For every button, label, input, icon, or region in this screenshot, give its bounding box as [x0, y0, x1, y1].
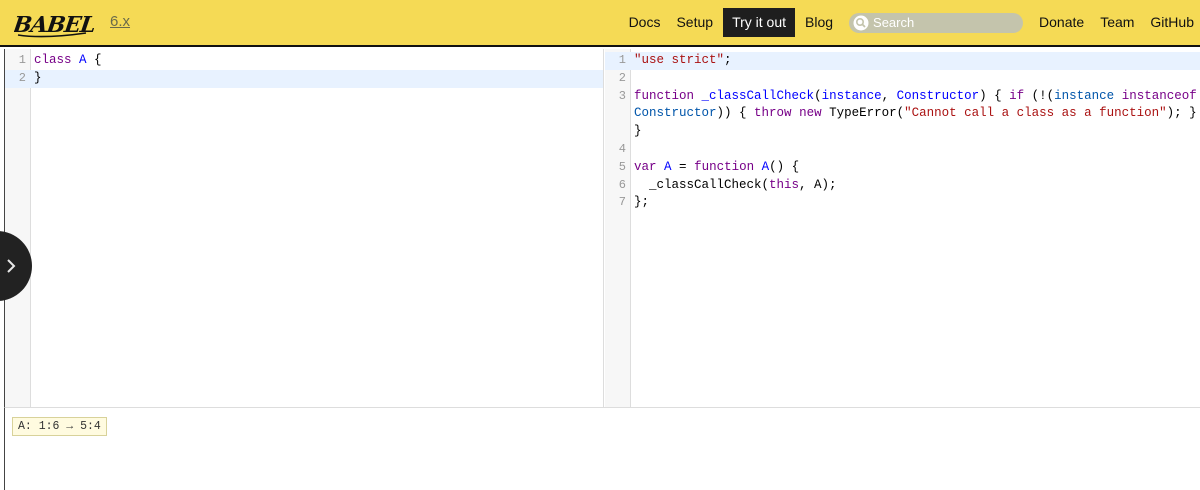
- code-token: ;: [724, 53, 732, 67]
- code-text: "use strict";: [634, 52, 1197, 70]
- code-token: A: [664, 159, 672, 174]
- nav-setup[interactable]: Setup: [668, 8, 721, 37]
- code-text: };: [634, 194, 1197, 212]
- line-number: 2: [18, 70, 26, 85]
- source-map-label[interactable]: A: 1:6 → 5:4: [12, 417, 107, 436]
- line-number: 5: [618, 159, 626, 174]
- code-token: _classCallCheck: [701, 88, 815, 103]
- code-token: instance: [1054, 88, 1115, 103]
- output-code-lines[interactable]: 1 "use strict"; 2 3 function _classCallCheck…: [605, 52, 1200, 212]
- input-code-line[interactable]: 1 class A {: [5, 52, 603, 70]
- nav-blog[interactable]: Blog: [797, 8, 841, 37]
- code-token: () {: [769, 159, 800, 174]
- code-token: "use strict": [634, 53, 725, 67]
- code-token: if: [1009, 88, 1025, 103]
- babel-logo[interactable]: BABEL: [14, 6, 94, 40]
- code-token: new: [799, 106, 822, 121]
- version-link[interactable]: 6.x: [110, 13, 130, 30]
- output-code-line[interactable]: 4: [605, 141, 1200, 159]
- line-number: 1: [18, 53, 26, 67]
- line-number: 6: [618, 177, 626, 192]
- code-token: ); }: [1166, 106, 1197, 121]
- code-token: }: [634, 124, 642, 139]
- nav-docs[interactable]: Docs: [621, 8, 669, 37]
- editors: 1 class A {2} 1 "use strict"; 2 3 function _c…: [4, 49, 1200, 407]
- line-number: 3: [618, 88, 626, 103]
- code-token: this: [769, 177, 800, 192]
- search-input[interactable]: [873, 15, 1014, 30]
- code-token: _classCallCheck(: [634, 177, 770, 192]
- code-token: (: [814, 88, 822, 103]
- code-token: class: [34, 53, 72, 67]
- code-token: instance: [821, 88, 882, 103]
- code-token: throw: [754, 106, 792, 121]
- line-number: 2: [618, 70, 626, 85]
- code-token: instanceof: [1121, 88, 1197, 103]
- code-token: };: [634, 195, 650, 210]
- output-code-line[interactable]: 5 var A = function A() {: [605, 159, 1200, 177]
- output-code-line[interactable]: 1 "use strict";: [605, 52, 1200, 70]
- main-nav: Docs Setup Try it out Blog Donate Team G…: [621, 0, 1200, 45]
- output-code-line[interactable]: 2: [605, 70, 1200, 88]
- code-token: =: [671, 159, 695, 174]
- code-token: , A);: [799, 177, 837, 192]
- code-token: A: [79, 53, 87, 67]
- search-box[interactable]: [849, 12, 1024, 33]
- line-number: 7: [618, 195, 626, 210]
- line-number: 1: [618, 53, 626, 67]
- code-token: var: [634, 159, 657, 174]
- output-editor[interactable]: 1 "use strict"; 2 3 function _classCallCheck…: [605, 49, 1200, 407]
- code-text: var A = function A() {: [634, 159, 1197, 177]
- top-navigation-bar: BABEL 6.x Docs Setup Try it out Blog Don…: [0, 0, 1200, 47]
- code-token: (!(: [1024, 88, 1055, 103]
- line-number: 4: [618, 141, 626, 156]
- output-code-line[interactable]: 7};: [605, 194, 1200, 212]
- chevron-right-icon: [7, 259, 16, 273]
- code-text: function _classCallCheck(instance, Const…: [634, 88, 1197, 106]
- code-token: {: [86, 53, 102, 67]
- nav-donate[interactable]: Donate: [1031, 8, 1092, 37]
- output-code-line[interactable]: 3 function _classCallCheck(instance, Cons…: [605, 88, 1200, 106]
- output-code-line[interactable]: Constructor)) { throw new TypeError("Can…: [605, 105, 1200, 123]
- input-code-lines[interactable]: 1 class A {2}: [5, 52, 603, 88]
- code-token: function: [634, 88, 695, 103]
- search-icon: [853, 15, 869, 30]
- input-editor[interactable]: 1 class A {2}: [5, 49, 604, 407]
- source-map-panel: A: 1:6 → 5:4: [4, 407, 1200, 490]
- code-token: A: [761, 159, 770, 174]
- input-gutter: [5, 49, 31, 407]
- code-text: _classCallCheck(this, A);: [634, 177, 1197, 195]
- input-code-line[interactable]: 2}: [5, 69, 603, 88]
- code-token: )) {: [716, 106, 755, 121]
- code-token: "Cannot call a class as a function": [904, 106, 1167, 121]
- nav-github[interactable]: GitHub: [1142, 8, 1200, 37]
- code-text: }: [634, 123, 1197, 141]
- code-token: ,: [881, 88, 897, 103]
- code-text: }: [34, 70, 599, 88]
- nav-try-it-out[interactable]: Try it out: [723, 8, 795, 37]
- code-text: Constructor)) { throw new TypeError("Can…: [634, 105, 1197, 123]
- output-code-line[interactable]: 6 _classCallCheck(this, A);: [605, 177, 1200, 195]
- code-token: Constructor: [634, 106, 717, 121]
- code-token: Constructor: [896, 88, 980, 103]
- code-token: function: [694, 159, 755, 174]
- code-text: class A {: [34, 52, 599, 70]
- nav-team[interactable]: Team: [1092, 8, 1142, 37]
- output-code-line[interactable]: }: [605, 123, 1200, 141]
- code-token: ) {: [979, 88, 1010, 103]
- code-token: }: [34, 70, 42, 85]
- code-token: TypeError(: [821, 106, 905, 121]
